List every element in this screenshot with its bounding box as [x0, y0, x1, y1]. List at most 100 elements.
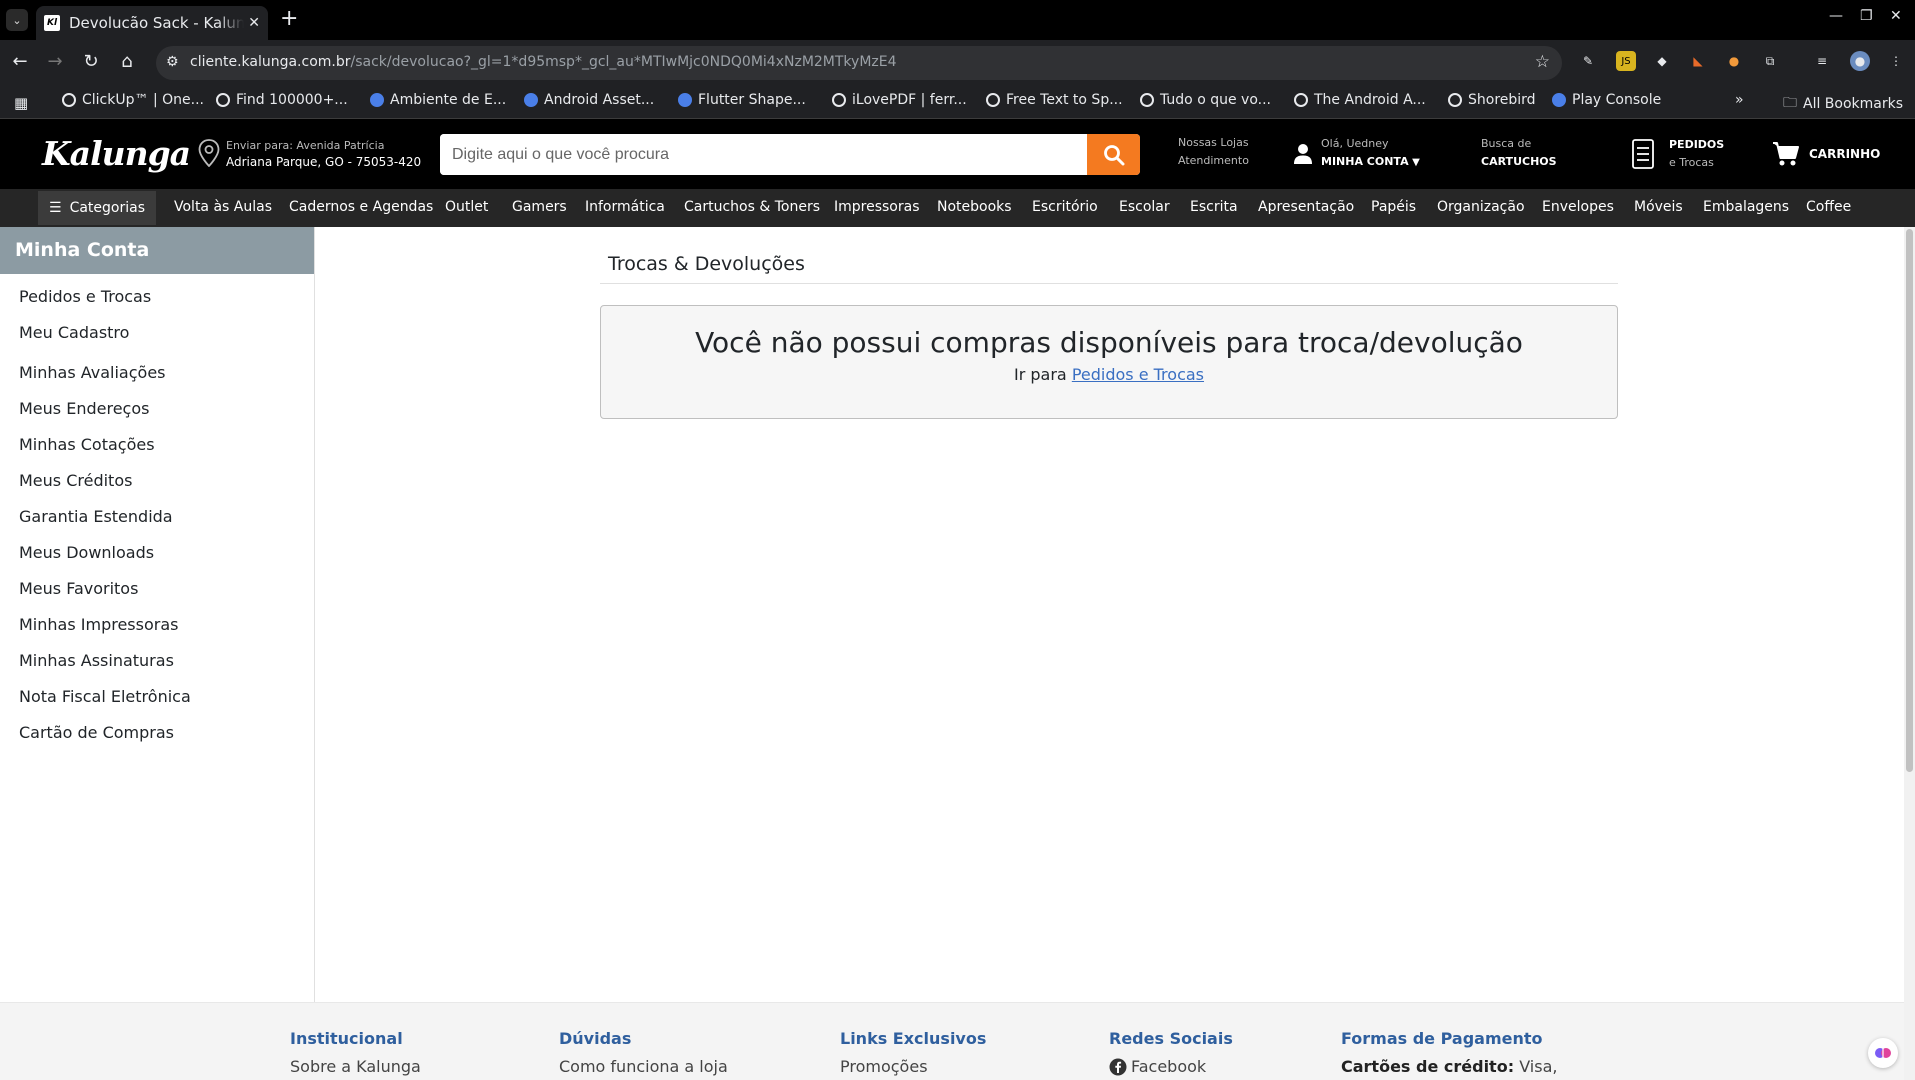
window-close-icon[interactable]: ✕: [1890, 8, 1902, 24]
sidebar-item-quotes[interactable]: Minhas Cotações: [19, 435, 155, 454]
nav-item[interactable]: Escrita: [1190, 199, 1238, 215]
nav-item[interactable]: Papéis: [1371, 199, 1416, 215]
footer-link[interactable]: Como funciona a loja: [559, 1057, 728, 1076]
browser-tab-active[interactable]: Kl Devolucão Sack - Kalunga ✕: [36, 6, 268, 40]
nav-item[interactable]: Envelopes: [1542, 199, 1614, 215]
bookmark-item[interactable]: Flutter Shape...: [678, 92, 806, 108]
sidebar-item-printers[interactable]: Minhas Impressoras: [19, 615, 178, 634]
tab-close-icon[interactable]: ✕: [248, 15, 260, 31]
bookmark-item[interactable]: Find 100000+...: [216, 92, 348, 108]
tab-search-button[interactable]: ⌄: [6, 9, 28, 31]
page-scrollbar[interactable]: [1904, 227, 1915, 1080]
sidebar-item-addresses[interactable]: Meus Endereços: [19, 399, 149, 418]
bookmark-item[interactable]: Android Asset...: [524, 92, 654, 108]
search-bar: [440, 134, 1140, 175]
search-input[interactable]: [440, 134, 1090, 175]
footer-link[interactable]: Sobre a Kalunga: [290, 1057, 421, 1076]
orders-link[interactable]: PEDIDOS e Trocas: [1632, 136, 1724, 172]
nav-item[interactable]: Cartuchos & Toners: [684, 199, 820, 215]
search-button[interactable]: [1087, 134, 1140, 175]
sidebar-item-registration[interactable]: Meu Cadastro: [19, 323, 129, 342]
bookmark-item[interactable]: Free Text to Sp...: [986, 92, 1123, 108]
nav-item[interactable]: Apresentação: [1258, 199, 1354, 215]
nav-item[interactable]: Notebooks: [937, 199, 1012, 215]
sidebar-item-reviews[interactable]: Minhas Avaliações: [19, 363, 166, 382]
sidebar-item-credits[interactable]: Meus Créditos: [19, 471, 132, 490]
bookmark-item[interactable]: Ambiente de E...: [370, 92, 506, 108]
nav-item[interactable]: Embalagens: [1703, 199, 1789, 215]
sidebar-item-warranty[interactable]: Garantia Estendida: [19, 507, 173, 526]
kalunga-logo[interactable]: Kalunga: [42, 134, 191, 173]
puzzle-extension-icon[interactable]: ◆: [1652, 51, 1672, 71]
bookmark-item[interactable]: The Android A...: [1294, 92, 1426, 108]
sidebar-item-downloads[interactable]: Meus Downloads: [19, 543, 154, 562]
nav-item[interactable]: Volta às Aulas: [174, 199, 272, 215]
apps-grid-icon[interactable]: ▦: [14, 94, 28, 112]
bookmark-item[interactable]: Play Console: [1552, 92, 1661, 108]
reload-button[interactable]: ↻: [80, 51, 102, 72]
support-link[interactable]: Atendimento: [1178, 152, 1249, 170]
account-menu[interactable]: Olá, Uedney MINHA CONTA ▼: [1293, 135, 1420, 172]
footer-heading: Links Exclusivos: [840, 1029, 987, 1048]
location-pin-icon[interactable]: [198, 139, 220, 167]
assistant-floating-button[interactable]: [1868, 1038, 1898, 1068]
extensions-icon[interactable]: ⧉: [1760, 51, 1780, 71]
cart-button[interactable]: CARRINHO: [1772, 141, 1880, 167]
sidebar-item-favorites[interactable]: Meus Favoritos: [19, 579, 138, 598]
nav-item[interactable]: Escolar: [1119, 199, 1170, 215]
back-button[interactable]: ←: [9, 51, 31, 72]
address-bar[interactable]: ⚙ cliente.kalunga.com.br/sack/devolucao?…: [156, 46, 1562, 80]
bookmark-item[interactable]: iLovePDF | ferr...: [832, 92, 967, 108]
folder-icon: 🗀: [1783, 95, 1797, 111]
site-footer: Institucional Sobre a Kalunga Dúvidas Co…: [0, 1002, 1904, 1080]
js-extension-icon[interactable]: JS: [1616, 51, 1636, 71]
sidebar-item-subscriptions[interactable]: Minhas Assinaturas: [19, 651, 174, 670]
minimize-icon[interactable]: —: [1829, 8, 1843, 24]
nav-item[interactable]: Móveis: [1634, 199, 1683, 215]
nav-item[interactable]: Organização: [1437, 199, 1525, 215]
orders-link-text[interactable]: Pedidos e Trocas: [1072, 365, 1204, 384]
delivery-address[interactable]: Enviar para: Avenida Patrícia Adriana Pa…: [226, 137, 421, 171]
sidebar-item-orders[interactable]: Pedidos e Trocas: [19, 287, 151, 306]
bookmark-star-icon[interactable]: ☆: [1535, 52, 1550, 72]
flame-extension-icon[interactable]: ●: [1724, 51, 1744, 71]
media-control-icon[interactable]: ≡: [1812, 51, 1832, 71]
browser-tab-bar: ⌄ Kl Devolucão Sack - Kalunga ✕ + — ❐ ✕: [0, 0, 1915, 40]
profile-avatar-icon[interactable]: ●: [1850, 51, 1870, 71]
bookmarks-overflow-button[interactable]: »: [1735, 92, 1744, 108]
new-tab-button[interactable]: +: [280, 6, 298, 31]
stores-link[interactable]: Nossas Lojas: [1178, 134, 1249, 152]
orange-extension-icon[interactable]: ◣: [1688, 51, 1708, 71]
bookmark-item[interactable]: ClickUp™ | One...: [62, 92, 204, 108]
nav-item[interactable]: Outlet: [445, 199, 488, 215]
nav-item[interactable]: Cadernos e Agendas: [289, 199, 433, 215]
home-button[interactable]: ⌂: [116, 51, 138, 72]
nav-item[interactable]: Informática: [585, 199, 665, 215]
facebook-link[interactable]: Facebook: [1109, 1057, 1206, 1076]
bookmark-favicon-icon: [1140, 93, 1154, 107]
bookmark-item[interactable]: Shorebird: [1448, 92, 1536, 108]
sidebar-title: Minha Conta: [0, 227, 314, 274]
all-bookmarks-button[interactable]: 🗀 All Bookmarks: [1783, 92, 1903, 116]
cart-label: CARRINHO: [1809, 147, 1881, 161]
footer-link[interactable]: Promoções: [840, 1057, 928, 1076]
site-info-icon[interactable]: ⚙: [166, 54, 179, 70]
tab-title: Devolucão Sack - Kalunga: [69, 14, 244, 32]
bookmark-item[interactable]: Tudo o que vo...: [1140, 92, 1271, 108]
sidebar-item-purchase-card[interactable]: Cartão de Compras: [19, 723, 174, 742]
bookmark-favicon-icon: [62, 93, 76, 107]
cartridge-search-link[interactable]: Busca de CARTUCHOS: [1481, 135, 1557, 171]
categories-button[interactable]: ☰ Categorias: [38, 191, 156, 225]
url-text: cliente.kalunga.com.br/sack/devolucao?_g…: [190, 54, 897, 70]
nav-item[interactable]: Impressoras: [834, 199, 920, 215]
scrollbar-thumb[interactable]: [1906, 229, 1913, 772]
forward-button[interactable]: →: [44, 51, 66, 72]
restore-icon[interactable]: ❐: [1860, 8, 1873, 24]
sidebar-item-invoice[interactable]: Nota Fiscal Eletrônica: [19, 687, 191, 706]
nav-item[interactable]: Gamers: [512, 199, 567, 215]
nav-item[interactable]: Coffee: [1806, 199, 1851, 215]
eyedropper-extension-icon[interactable]: ✎: [1578, 51, 1598, 71]
browser-menu-icon[interactable]: ⋮: [1886, 51, 1906, 71]
browser-toolbar: ← → ↻ ⌂ ⚙ cliente.kalunga.com.br/sack/de…: [0, 40, 1915, 85]
nav-item[interactable]: Escritório: [1032, 199, 1098, 215]
